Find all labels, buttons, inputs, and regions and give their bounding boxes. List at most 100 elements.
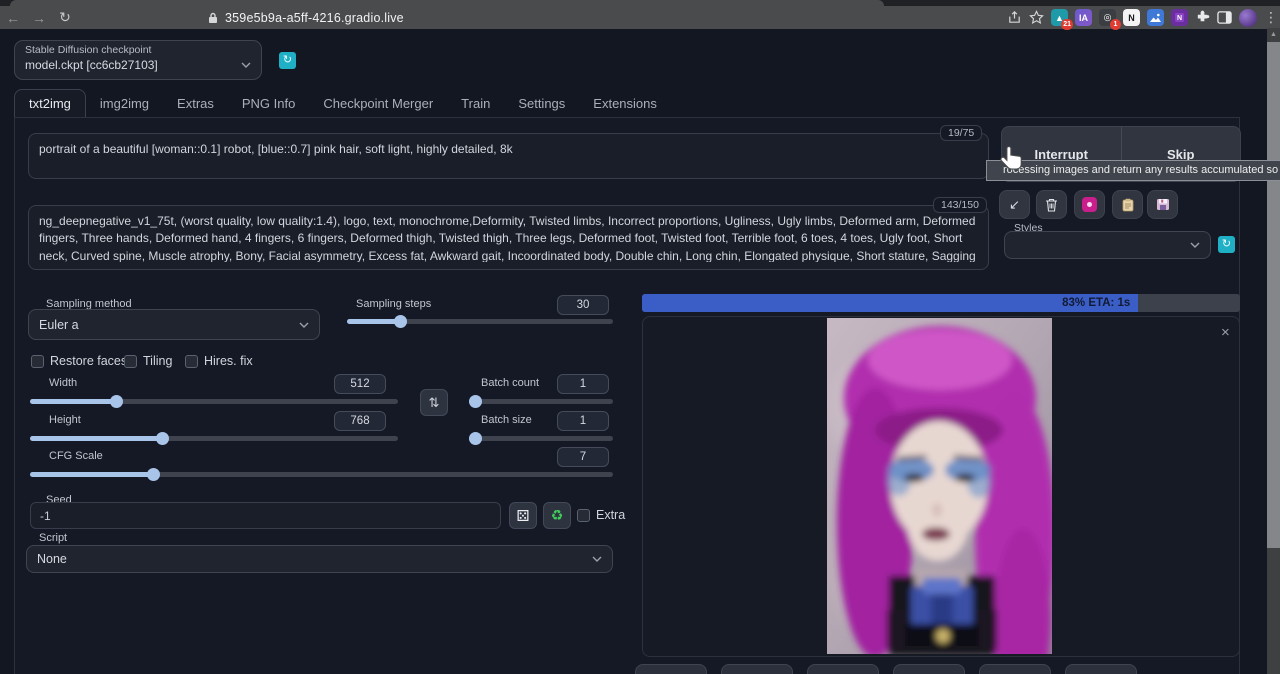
apply-styles-button[interactable] [1112,190,1143,219]
gallery-action-button[interactable] [635,664,707,674]
tab-train[interactable]: Train [447,90,504,117]
arrow-down-left-icon: ↙ [1009,197,1020,213]
clipboard-icon [1122,198,1134,212]
gallery-action-button[interactable] [893,664,965,674]
batch-size-input[interactable] [557,411,609,431]
random-seed-button[interactable]: ⚄ [509,502,537,529]
browser-actions: ▲21 IA ◎1 N N ⋮ [1007,6,1276,29]
styles-dropdown[interactable] [1004,231,1211,259]
styles-refresh-button[interactable]: ↻ [1218,236,1235,253]
tab-extensions[interactable]: Extensions [579,90,671,117]
cfg-scale-slider[interactable] [30,472,613,477]
tab-extras[interactable]: Extras [163,90,228,117]
checkpoint-dropdown[interactable]: Stable Diffusion checkpoint model.ckpt [… [14,40,262,80]
tab-settings[interactable]: Settings [504,90,579,117]
gallery-action-button[interactable] [1065,664,1137,674]
slider-thumb[interactable] [147,468,160,481]
url-text: 359e5b9a-a5ff-4216.gradio.live [225,11,404,25]
batch-count-input[interactable] [557,374,609,394]
gallery-action-button[interactable] [807,664,879,674]
close-preview-icon[interactable]: × [1221,324,1230,341]
seed-extra-checkbox[interactable] [577,509,590,522]
prompt-input[interactable]: portrait of a beautiful [woman::0.1] rob… [39,141,978,171]
extension-photos-icon[interactable] [1147,9,1164,26]
checkpoint-value: model.ckpt [cc6cb27103] [25,58,158,72]
forward-icon[interactable]: → [26,10,52,26]
extension-teal-icon[interactable]: ▲21 [1051,9,1068,26]
sampling-steps-label: Sampling steps [356,298,431,310]
extension-camera-icon[interactable]: ◎1 [1099,9,1116,26]
batch-count-slider[interactable] [469,399,613,404]
share-icon[interactable] [1007,10,1022,25]
browser-menu-icon[interactable]: ⋮ [1264,9,1276,26]
negative-prompt-box: ng_deepnegative_v1_75t, (worst quality, … [28,205,989,270]
negative-prompt-input[interactable]: ng_deepnegative_v1_75t, (worst quality, … [39,213,978,262]
tab-txt2img[interactable]: txt2img [14,89,86,117]
tiling-label: Tiling [143,354,172,368]
seed-input[interactable] [30,502,501,529]
width-slider[interactable] [30,399,398,404]
slider-thumb[interactable] [469,395,482,408]
tab-img2img[interactable]: img2img [86,90,163,117]
script-label: Script [39,532,67,544]
bookmark-star-icon[interactable] [1029,10,1044,25]
script-select[interactable]: None [26,545,613,573]
extension-badge-one: 1 [1110,19,1121,30]
width-input[interactable] [334,374,386,394]
cfg-scale-input[interactable] [557,447,609,467]
progress-bar: 83% ETA: 1s [642,294,1240,312]
page-scrollbar[interactable]: ▲ [1267,28,1280,674]
swap-dimensions-button[interactable]: ⇅ [420,389,448,416]
slider-thumb[interactable] [394,315,407,328]
hires-fix-checkbox[interactable] [185,355,198,368]
height-slider[interactable] [30,436,398,441]
clear-prompt-button[interactable] [1036,190,1067,219]
reload-icon[interactable]: ↻ [52,9,78,26]
address-bar[interactable]: 359e5b9a-a5ff-4216.gradio.live [208,11,404,25]
trash-icon [1045,198,1058,212]
prompt-token-counter: 19/75 [940,125,982,141]
generated-image[interactable] [827,318,1052,654]
side-panel-icon[interactable] [1217,10,1232,25]
slider-thumb[interactable] [469,432,482,445]
scrollbar-up-icon[interactable]: ▲ [1267,28,1280,42]
extension-ia-icon[interactable]: IA [1075,9,1092,26]
extension-badge: 21 [1061,19,1073,30]
scrollbar-thumb[interactable] [1267,42,1280,548]
height-input[interactable] [334,411,386,431]
sampling-method-select[interactable]: Euler a [28,309,320,340]
paste-params-button[interactable]: ↙ [999,190,1030,219]
sampling-steps-input[interactable] [557,295,609,315]
tab-png-info[interactable]: PNG Info [228,90,309,117]
batch-count-label: Batch count [481,377,539,389]
slider-thumb[interactable] [156,432,169,445]
restore-faces-checkbox[interactable] [31,355,44,368]
back-icon[interactable]: ← [0,10,26,26]
sampling-steps-slider[interactable] [347,319,613,324]
seed-extra-label: Extra [596,508,625,522]
extension-notion-icon[interactable]: N [1123,9,1140,26]
batch-size-label: Batch size [481,414,532,426]
checkpoint-refresh-button[interactable]: ↻ [279,52,296,69]
width-label: Width [49,377,77,389]
chevron-down-icon [1190,242,1200,248]
gallery-action-button[interactable] [721,664,793,674]
reuse-seed-button[interactable]: ♻ [543,502,571,529]
gallery-action-button[interactable] [979,664,1051,674]
tiling-checkbox[interactable] [124,355,137,368]
sampling-method-value: Euler a [39,318,79,332]
cfg-scale-label: CFG Scale [49,450,103,462]
checkpoint-label: Stable Diffusion checkpoint [25,44,251,56]
slider-thumb[interactable] [110,395,123,408]
extra-networks-button[interactable] [1074,190,1105,219]
batch-size-slider[interactable] [469,436,613,441]
height-label: Height [49,414,81,426]
extension-onenote-icon[interactable]: N [1171,9,1188,26]
txt2img-panel: portrait of a beautiful [woman::0.1] rob… [14,117,1240,674]
save-style-button[interactable] [1147,190,1178,219]
profile-avatar[interactable] [1239,9,1257,27]
chevron-down-icon [241,62,251,68]
progress-text: 83% ETA: 1s [1062,297,1138,309]
extensions-puzzle-icon[interactable] [1195,10,1210,25]
tab-checkpoint-merger[interactable]: Checkpoint Merger [309,90,447,117]
